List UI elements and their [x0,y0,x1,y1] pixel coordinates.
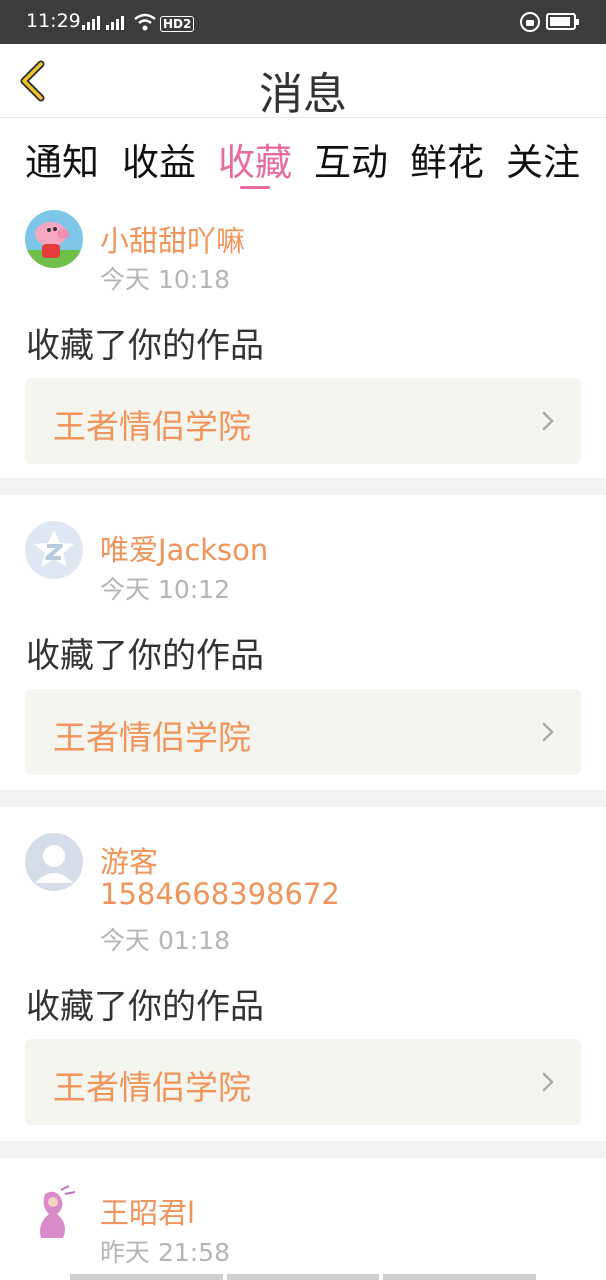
tab-flowers[interactable]: 鲜花 [410,132,484,186]
divider [0,1141,606,1158]
page-title: 消息 [259,69,347,120]
chevron-right-icon [542,1072,554,1092]
action-text: 收藏了你的作品 [26,326,264,366]
action-text: 收藏了你的作品 [26,987,264,1027]
chevron-right-icon [542,411,554,431]
signal-icon [106,16,124,30]
work-link[interactable]: 王者情侣学院 [25,689,581,775]
signal-icon [82,16,100,30]
username[interactable]: 小甜甜吖嘛 [100,218,245,260]
status-bar: 11:29 HD2 [0,0,606,44]
work-link[interactable]: 王者情侣学院 [25,378,581,464]
timestamp: 今天 01:18 [100,926,230,955]
message-item: 小甜甜吖嘛 今天 10:18 收藏了你的作品 王者情侣学院 [0,198,606,478]
battery-icon [546,13,579,30]
avatar[interactable] [25,521,83,579]
tab-notifications[interactable]: 通知 [25,132,99,186]
avatar[interactable] [25,1184,83,1242]
tab-interactions[interactable]: 互动 [314,132,388,186]
username[interactable]: 游客 [100,839,158,881]
status-time: 11:29 [26,10,81,32]
tab-bar-edge [70,1274,537,1280]
tab-indicator [240,186,270,189]
avatar[interactable] [25,210,83,268]
work-title: 王者情侣学院 [53,718,251,757]
tab-following[interactable]: 关注 [506,132,580,186]
wifi-icon [134,13,156,31]
divider [0,478,606,495]
work-title: 王者情侣学院 [53,407,251,446]
tab-earnings[interactable]: 收益 [122,132,196,186]
chevron-right-icon [542,722,554,742]
username[interactable]: 王昭君l [100,1190,195,1232]
hd-badge: HD2 [160,16,195,32]
timestamp: 昨天 21:58 [100,1238,230,1267]
tab-favorites[interactable]: 收藏 [218,132,292,186]
rotation-lock-icon [520,12,540,32]
tab-bar: 通知 收益 收藏 互动 鲜花 关注 [0,118,606,198]
message-item: 唯爱Jackson 今天 10:12 收藏了你的作品 王者情侣学院 [0,495,606,790]
action-text: 收藏了你的作品 [26,636,264,676]
work-link[interactable]: 王者情侣学院 [25,1039,581,1125]
username-id[interactable]: 1584668398672 [100,877,340,911]
header: 消息 [0,44,606,120]
message-item: 游客 1584668398672 今天 01:18 收藏了你的作品 王者情侣学院 [0,807,606,1141]
timestamp: 今天 10:18 [100,265,230,294]
work-title: 王者情侣学院 [53,1068,251,1107]
message-item: 王昭君l 昨天 21:58 [0,1158,606,1280]
timestamp: 今天 10:12 [100,575,230,604]
avatar[interactable] [25,833,83,891]
username[interactable]: 唯爱Jackson [100,527,268,569]
divider [0,790,606,807]
